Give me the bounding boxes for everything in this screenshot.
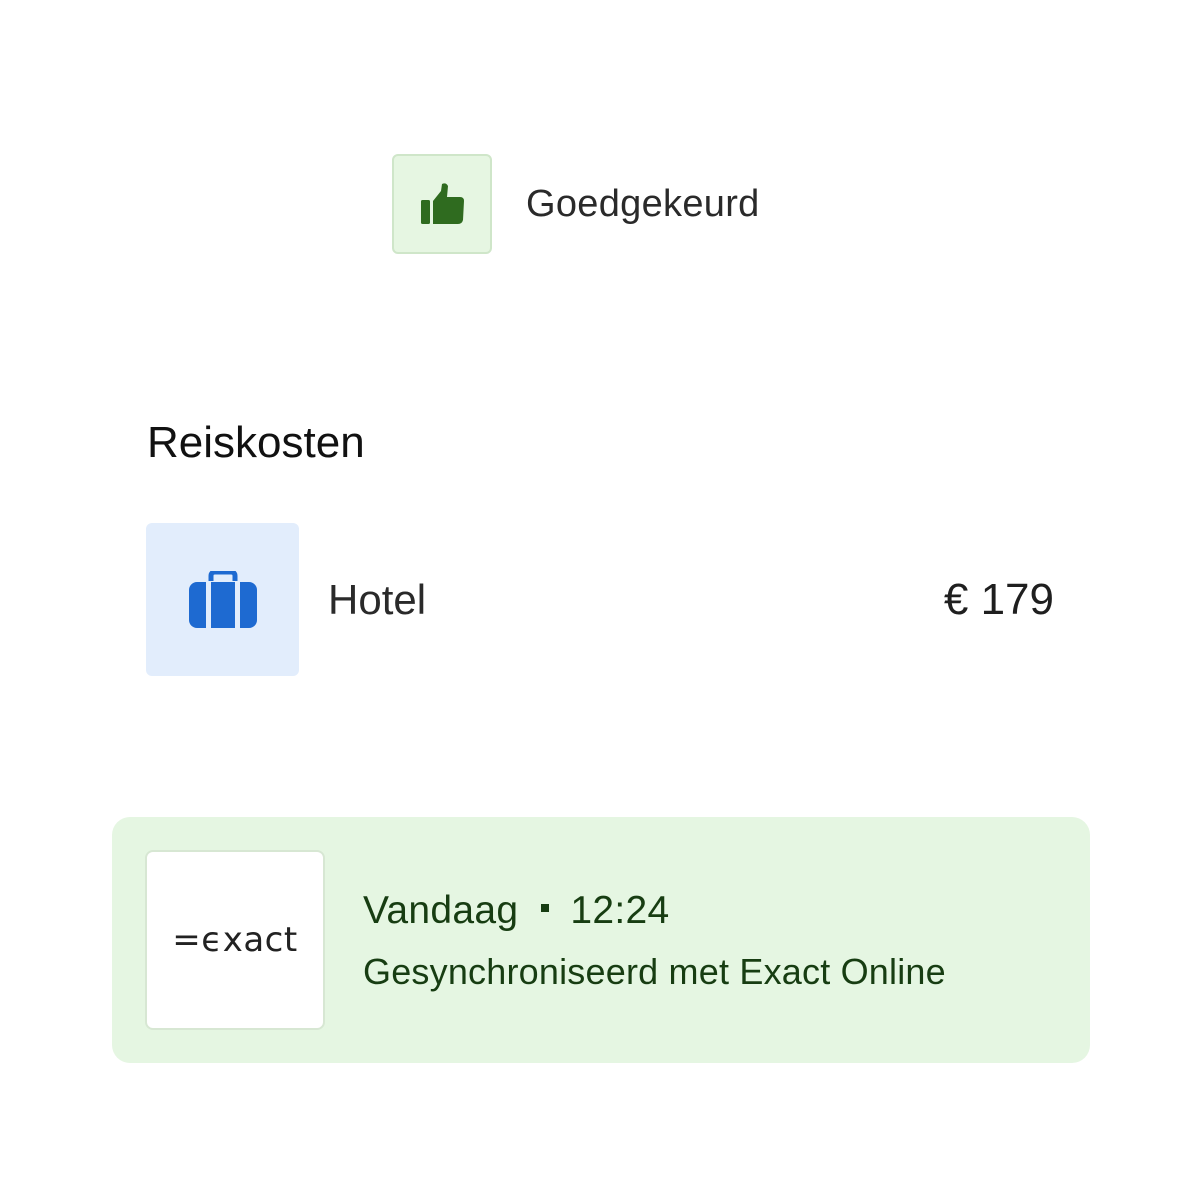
- separator-dot: [541, 904, 550, 912]
- thumbs-up-icon: [421, 183, 464, 224]
- exact-logo: =ϵxact: [145, 850, 325, 1030]
- sync-time: 12:24: [570, 889, 670, 932]
- expense-label: Hotel: [328, 575, 427, 623]
- briefcase-icon: [188, 570, 257, 628]
- sync-day: Vandaag: [363, 889, 519, 932]
- approval-status: Goedgekeurd: [392, 153, 760, 255]
- approval-status-label: Goedgekeurd: [526, 182, 760, 225]
- expense-amount: € 179: [943, 574, 1054, 624]
- sync-timestamp: Vandaag 12:24: [363, 883, 946, 939]
- expense-item[interactable]: Hotel € 179: [146, 523, 1054, 676]
- sync-status-card: =ϵxact Vandaag 12:24 Gesynchroniseerd me…: [112, 817, 1090, 1063]
- exact-logo-text: =ϵxact: [172, 920, 298, 960]
- sync-info: Vandaag 12:24 Gesynchroniseerd met Exact…: [363, 883, 946, 997]
- sync-description: Gesynchroniseerd met Exact Online: [363, 951, 946, 992]
- section-title: Reiskosten: [147, 418, 365, 467]
- expense-icon-box: [146, 523, 299, 676]
- approval-icon-box: [392, 154, 492, 254]
